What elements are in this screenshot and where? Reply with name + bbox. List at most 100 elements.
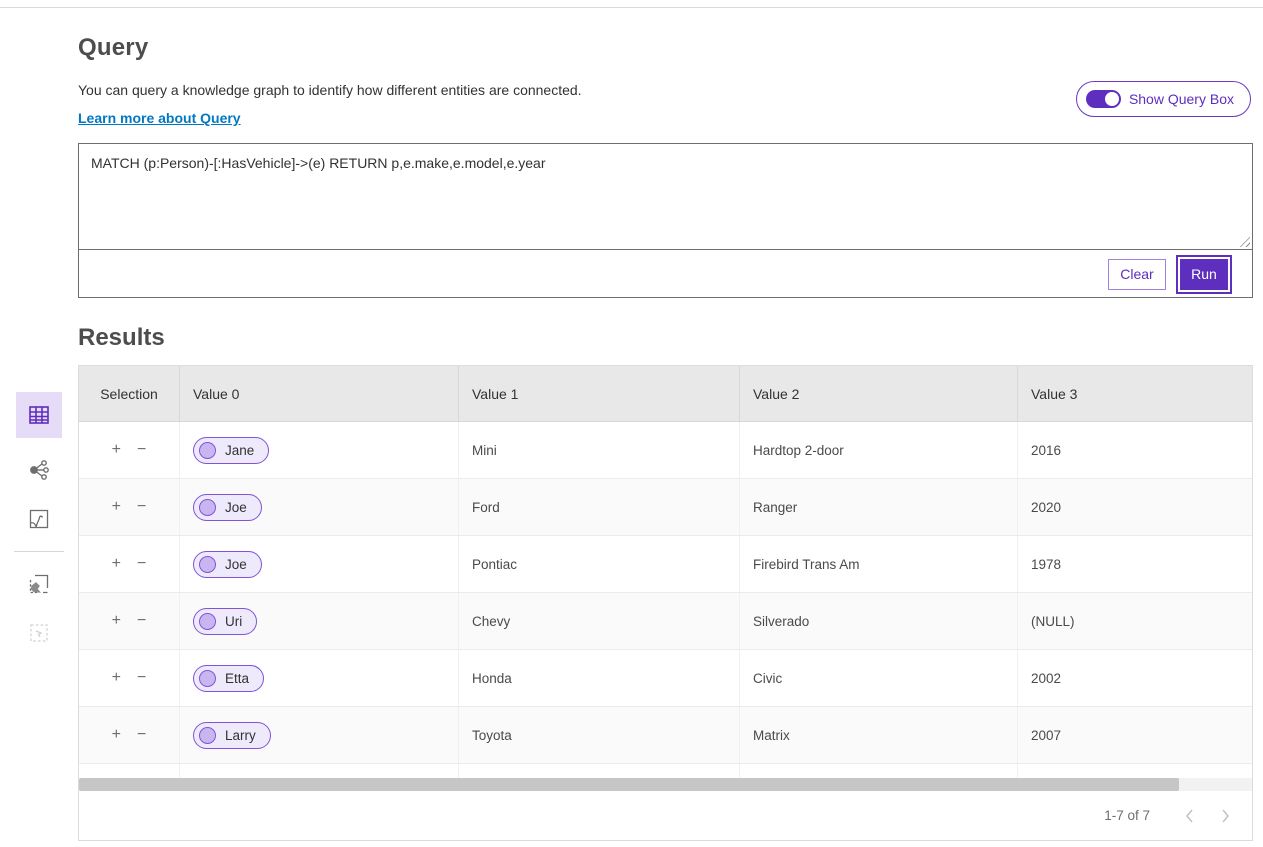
entity-cell: Jane bbox=[180, 422, 459, 478]
results-table-body: + − Jane Mini Hardtop 2-door 2016 + − Jo… bbox=[79, 422, 1252, 778]
run-button[interactable]: Run bbox=[1180, 259, 1228, 290]
add-to-selection-button[interactable]: + bbox=[112, 499, 121, 515]
map-view-button[interactable] bbox=[22, 502, 56, 536]
table-row: + − Joe Pontiac Firebird Trans Am 1978 bbox=[79, 536, 1252, 593]
value-cell: (NULL) bbox=[1018, 593, 1252, 649]
entity-cell: Joe bbox=[180, 479, 459, 535]
results-table-header: SelectionValue 0Value 1Value 2Value 3 bbox=[79, 366, 1252, 422]
entity-dot-icon bbox=[199, 556, 216, 573]
entity-dot-icon bbox=[199, 670, 216, 687]
selection-cell: + − bbox=[79, 536, 180, 592]
entity-pill[interactable]: Jane bbox=[193, 437, 269, 464]
entity-pill-label: Uri bbox=[225, 614, 242, 629]
entity-pill-label: Joe bbox=[225, 557, 247, 572]
query-box: MATCH (p:Person)-[:HasVehicle]->(e) RETU… bbox=[78, 143, 1253, 298]
add-to-selection-button[interactable]: + bbox=[112, 556, 121, 572]
add-to-selection-button[interactable]: + bbox=[112, 442, 121, 458]
column-header: Value 0 bbox=[180, 366, 459, 421]
toggle-knob bbox=[1105, 92, 1119, 106]
results-panel: SelectionValue 0Value 1Value 2Value 3 + … bbox=[78, 365, 1253, 841]
remove-from-selection-button[interactable]: − bbox=[137, 442, 146, 458]
value-cell: 2007 bbox=[1018, 707, 1252, 763]
value-cell: 1978 bbox=[1018, 536, 1252, 592]
toggle-switch-icon[interactable] bbox=[1086, 90, 1121, 108]
value-cell: Matrix bbox=[740, 707, 1018, 763]
map-icon bbox=[27, 507, 51, 531]
clear-button[interactable]: Clear bbox=[1108, 259, 1166, 290]
entity-pill-label: Jane bbox=[225, 443, 254, 458]
link-chart-icon bbox=[27, 458, 51, 482]
results-footer: 1-7 of 7 bbox=[79, 791, 1252, 840]
entity-cell: Joe bbox=[180, 536, 459, 592]
entity-cell: Uri bbox=[180, 593, 459, 649]
entity-pill[interactable]: Larry bbox=[193, 722, 271, 749]
value-cell: 2016 bbox=[1018, 422, 1252, 478]
table-view-button[interactable] bbox=[16, 392, 62, 438]
learn-more-link[interactable]: Learn more about Query bbox=[78, 110, 241, 126]
entity-pill[interactable]: Joe bbox=[193, 494, 262, 521]
column-header: Value 3 bbox=[1018, 366, 1252, 421]
selection-cell: + − bbox=[79, 422, 180, 478]
chevron-left-icon bbox=[1185, 809, 1194, 823]
value-cell: Hardtop 2-door bbox=[740, 422, 1018, 478]
value-cell: Civic bbox=[740, 650, 1018, 706]
value-cell: 2002 bbox=[1018, 650, 1252, 706]
chevron-right-icon bbox=[1221, 809, 1230, 823]
add-to-selection-button[interactable]: + bbox=[112, 613, 121, 629]
query-buttons-row: Clear Run bbox=[79, 250, 1252, 298]
value-cell: Toyota bbox=[459, 707, 740, 763]
view-switcher bbox=[14, 392, 64, 650]
results-title: Results bbox=[78, 324, 165, 352]
entity-pill[interactable]: Etta bbox=[193, 665, 264, 692]
table-row: + − Larry Toyota Matrix 2007 bbox=[79, 707, 1252, 764]
value-cell: Ranger bbox=[740, 479, 1018, 535]
resize-handle[interactable] bbox=[1237, 234, 1250, 247]
remove-from-selection-button[interactable]: − bbox=[137, 556, 146, 572]
entity-pill-label: Larry bbox=[225, 728, 256, 743]
value-cell: Mini bbox=[459, 422, 740, 478]
entity-dot-icon bbox=[199, 499, 216, 516]
remove-from-selection-button[interactable]: − bbox=[137, 613, 146, 629]
add-to-selection-button[interactable]: + bbox=[112, 727, 121, 743]
view-switcher-divider bbox=[14, 551, 64, 552]
horizontal-scrollbar-thumb[interactable] bbox=[79, 778, 1179, 791]
show-query-box-toggle[interactable]: Show Query Box bbox=[1076, 81, 1251, 117]
entity-cell bbox=[180, 764, 459, 778]
value-cell: Chevy bbox=[459, 593, 740, 649]
value-cell: Honda bbox=[459, 650, 740, 706]
link-chart-view-button[interactable] bbox=[22, 453, 56, 487]
selection-icon bbox=[27, 621, 51, 645]
new-map-view-button[interactable] bbox=[22, 567, 56, 601]
remove-from-selection-button[interactable]: − bbox=[137, 499, 146, 515]
value-cell bbox=[740, 764, 1018, 778]
entity-cell: Etta bbox=[180, 650, 459, 706]
table-row: + − Joe Ford Ranger 2020 bbox=[79, 479, 1252, 536]
remove-from-selection-button[interactable]: − bbox=[137, 670, 146, 686]
previous-page-button[interactable] bbox=[1176, 803, 1202, 829]
value-cell: Ford bbox=[459, 479, 740, 535]
value-cell bbox=[459, 764, 740, 778]
entity-pill[interactable]: Uri bbox=[193, 608, 257, 635]
add-to-selection-button[interactable]: + bbox=[112, 670, 121, 686]
selection-cell: + − bbox=[79, 479, 180, 535]
pagination-range: 1-7 of 7 bbox=[1104, 808, 1150, 823]
next-page-button[interactable] bbox=[1212, 803, 1238, 829]
page-title: Query bbox=[78, 34, 1253, 62]
table-row: + − Etta Honda Civic 2002 bbox=[79, 650, 1252, 707]
top-divider bbox=[0, 0, 1263, 8]
toggle-label: Show Query Box bbox=[1129, 91, 1234, 107]
entity-dot-icon bbox=[199, 727, 216, 744]
query-text: MATCH (p:Person)-[:HasVehicle]->(e) RETU… bbox=[91, 155, 546, 171]
query-input[interactable]: MATCH (p:Person)-[:HasVehicle]->(e) RETU… bbox=[79, 144, 1252, 250]
entity-pill[interactable]: Joe bbox=[193, 551, 262, 578]
entity-dot-icon bbox=[199, 613, 216, 630]
column-header: Value 2 bbox=[740, 366, 1018, 421]
selection-view-button bbox=[22, 616, 56, 650]
selection-cell: + − bbox=[79, 650, 180, 706]
table-icon bbox=[27, 403, 51, 427]
column-header: Value 1 bbox=[459, 366, 740, 421]
table-row: + − Jane Mini Hardtop 2-door 2016 bbox=[79, 422, 1252, 479]
horizontal-scrollbar[interactable] bbox=[79, 778, 1252, 791]
remove-from-selection-button[interactable]: − bbox=[137, 727, 146, 743]
value-cell: Silverado bbox=[740, 593, 1018, 649]
